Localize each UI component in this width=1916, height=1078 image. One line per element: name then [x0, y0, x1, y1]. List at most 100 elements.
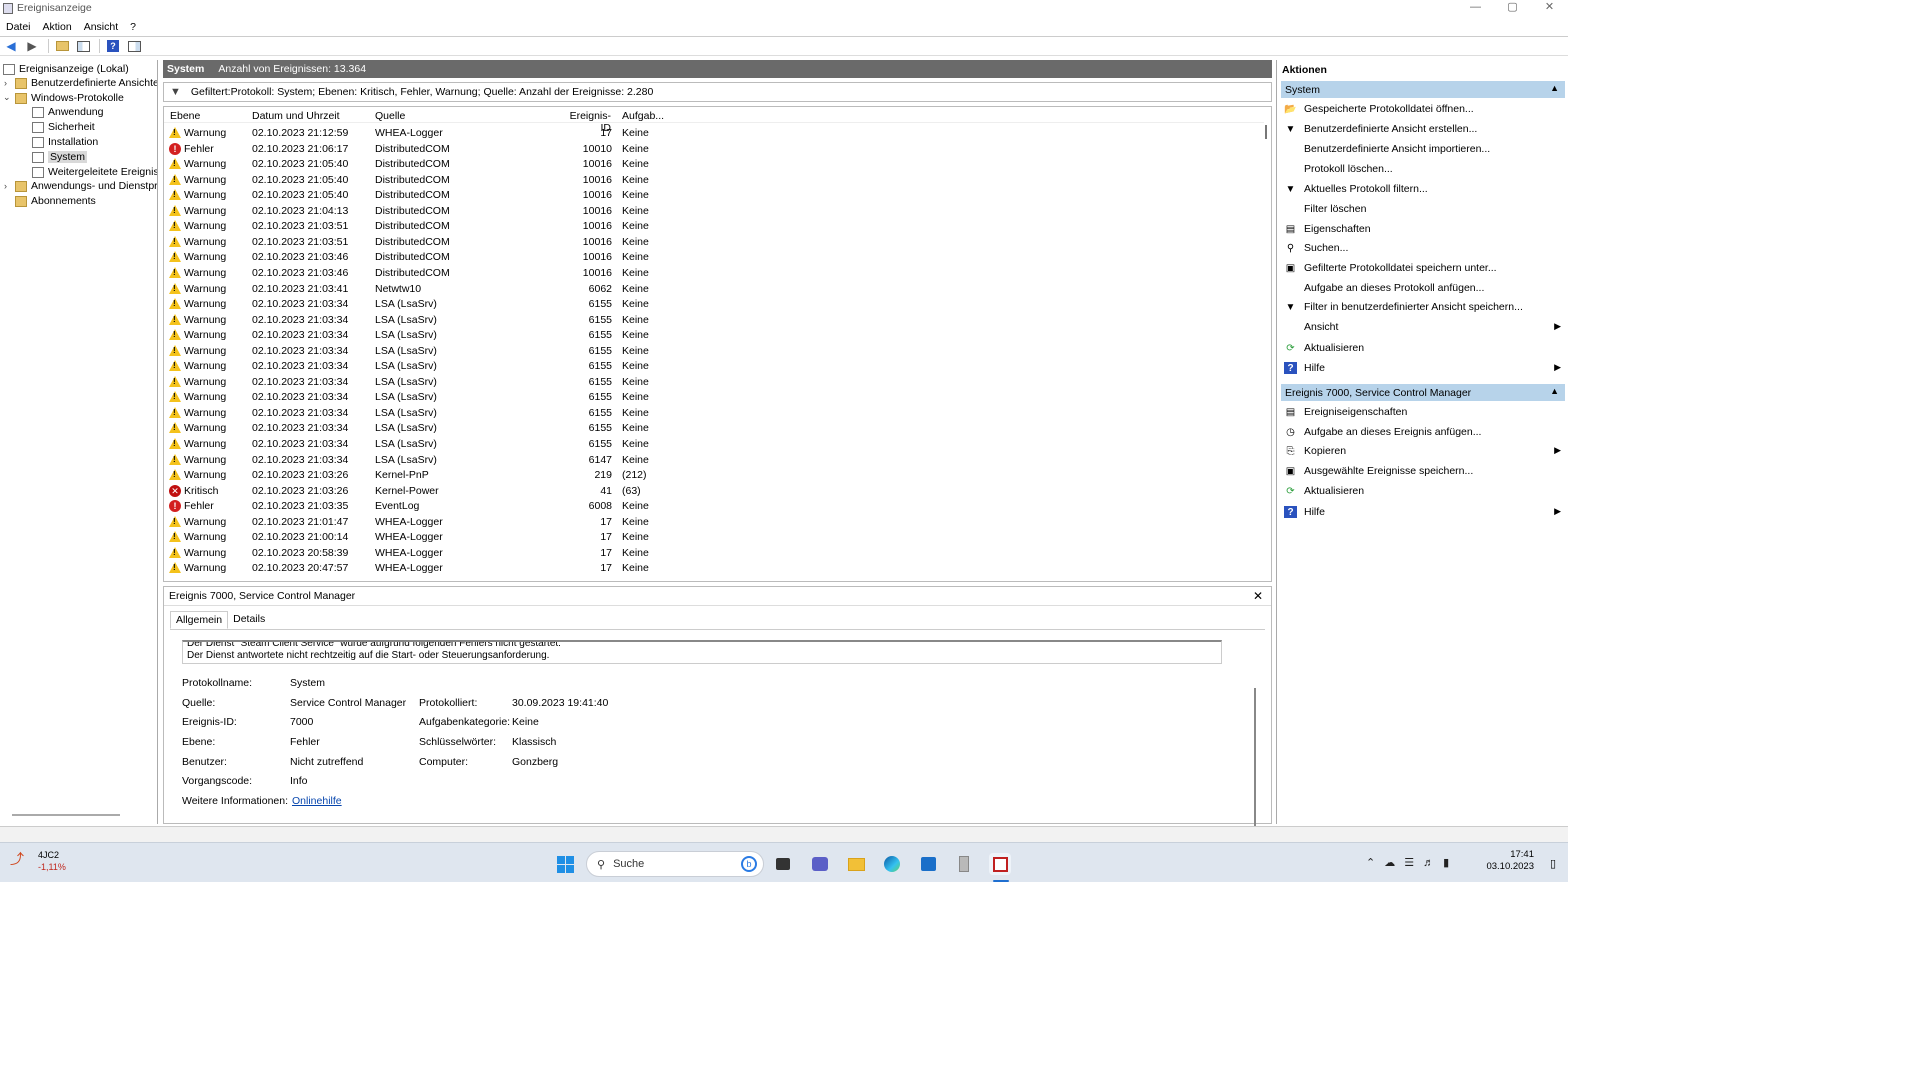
online-help-link[interactable]: Onlinehilfe [292, 795, 342, 807]
store-icon[interactable] [917, 853, 939, 875]
tree-item-windows-logs[interactable]: Windows-Protokolle [15, 91, 124, 105]
action-item[interactable]: ▣ Gefilterte Protokolldatei speichern unt… [1281, 259, 1565, 277]
column-header-date[interactable]: Datum und Uhrzeit [252, 110, 340, 122]
action-item[interactable]: ⟳ Aktualisieren [1281, 339, 1565, 357]
action-item[interactable]: ? Hilfe ▶ [1281, 359, 1565, 377]
tree-item-system[interactable]: System [32, 150, 88, 164]
column-header-source[interactable]: Quelle [375, 110, 405, 122]
action-item[interactable]: ▤ Eigenschaften [1281, 220, 1565, 238]
tree-item-app-services[interactable]: Anwendungs- und Dienstprotokolle [15, 179, 157, 193]
event-row[interactable]: Warnung 02.10.2023 21:03:46 DistributedCOM… [164, 249, 1259, 265]
close-icon[interactable]: ✕ [1253, 589, 1263, 603]
event-row[interactable]: Warnung 02.10.2023 21:03:46 DistributedCOM… [164, 265, 1259, 281]
event-row[interactable]: Warnung 02.10.2023 21:03:41 Netwtw10 6062 Ke… [164, 281, 1259, 297]
event-list-scrollbar[interactable] [1265, 125, 1267, 139]
menu-help[interactable]: ? [124, 21, 142, 33]
expand-icon[interactable]: › [4, 181, 7, 191]
event-row[interactable]: Warnung 02.10.2023 21:01:47 WHEA-Logger 17 K… [164, 514, 1259, 530]
wifi-icon[interactable]: ☰ [1404, 857, 1423, 869]
event-row[interactable]: Warnung 02.10.2023 21:04:13 DistributedCOM… [164, 203, 1259, 219]
tree-item-application[interactable]: Anwendung [32, 105, 103, 119]
event-row[interactable]: Warnung 02.10.2023 21:03:34 LSA (LsaSrv) 61… [164, 312, 1259, 328]
action-item[interactable]: ⚲ Suchen... [1281, 239, 1565, 257]
event-row[interactable]: ✕ Kritisch 02.10.2023 21:03:26 Kernel-Power… [164, 483, 1259, 499]
file-explorer-icon[interactable] [845, 853, 867, 875]
action-item[interactable]: ▼ Filter in benutzerdefinierter Ansicht s… [1281, 298, 1565, 316]
expand-icon[interactable]: › [4, 78, 7, 88]
app-icon[interactable] [953, 853, 975, 875]
action-item[interactable]: ? Hilfe ▶ [1281, 503, 1565, 521]
event-row[interactable]: Warnung 02.10.2023 21:03:51 DistributedCOM… [164, 218, 1259, 234]
collapse-icon[interactable]: ▲ [1550, 83, 1559, 93]
edge-browser-icon[interactable] [881, 853, 903, 875]
battery-icon[interactable]: ▮ [1443, 857, 1458, 869]
event-viewer-taskbar-icon[interactable] [989, 853, 1011, 875]
chevron-up-icon[interactable]: ⌃ [1366, 857, 1384, 869]
minimize-button[interactable]: — [1457, 0, 1494, 16]
event-row[interactable]: Warnung 02.10.2023 21:03:34 LSA (LsaSrv) 61… [164, 343, 1259, 359]
event-row[interactable]: Warnung 02.10.2023 21:03:34 LSA (LsaSrv) 61… [164, 389, 1259, 405]
actions-section-system[interactable]: System ▲ [1281, 81, 1565, 98]
clock[interactable]: 17:41 03.10.2023 [1486, 849, 1534, 873]
tree-item-security[interactable]: Sicherheit [32, 120, 95, 134]
event-row[interactable]: ! Fehler 02.10.2023 21:06:17 DistributedCOM… [164, 141, 1259, 157]
action-item[interactable]: ▣ Ausgewählte Ereignisse speichern... [1281, 462, 1565, 480]
action-item[interactable]: Aufgabe an dieses Protokoll anfügen... [1281, 279, 1565, 297]
collapse-icon[interactable]: ▲ [1550, 386, 1559, 396]
action-item[interactable]: ◷ Aufgabe an dieses Ereignis anfügen... [1281, 423, 1565, 441]
event-row[interactable]: Warnung 02.10.2023 21:03:26 Kernel-PnP 219 (… [164, 467, 1259, 483]
help-icon[interactable]: ? [104, 38, 122, 54]
teams-chat-icon[interactable] [809, 853, 831, 875]
menu-datei[interactable]: Datei [0, 21, 37, 33]
event-row[interactable]: Warnung 02.10.2023 21:03:51 DistributedCOM… [164, 234, 1259, 250]
event-row[interactable]: Warnung 02.10.2023 21:03:34 LSA (LsaSrv) 61… [164, 296, 1259, 312]
tree-scrollbar[interactable] [12, 814, 120, 816]
event-row[interactable]: Warnung 02.10.2023 21:05:40 DistributedCOM… [164, 172, 1259, 188]
action-item[interactable]: ⟳ Aktualisieren [1281, 482, 1565, 500]
volume-icon[interactable]: ♬ [1423, 857, 1443, 869]
action-item[interactable]: ⎘ Kopieren ▶ [1281, 442, 1565, 460]
taskbar-search[interactable]: ⚲ Suche b [586, 851, 764, 877]
event-row[interactable]: Warnung 02.10.2023 21:03:34 LSA (LsaSrv) 61… [164, 358, 1259, 374]
tree-item-setup[interactable]: Installation [32, 135, 98, 149]
menu-ansicht[interactable]: Ansicht [78, 21, 124, 33]
tab-general[interactable]: Allgemein [170, 611, 229, 629]
stock-widget[interactable]: ⤴ 4JC2 -1,11% [10, 849, 66, 873]
back-arrow-icon[interactable]: ◀ [2, 38, 20, 54]
show-hide-tree-icon[interactable] [74, 38, 92, 54]
forward-arrow-icon[interactable]: ▶ [23, 38, 41, 54]
detail-scrollbar[interactable] [1254, 688, 1256, 838]
folder-up-icon[interactable] [53, 38, 71, 54]
tree-item-custom-views[interactable]: Benutzerdefinierte Ansichten [15, 76, 157, 90]
menu-aktion[interactable]: Aktion [37, 21, 78, 33]
action-item[interactable]: ▼ Aktuelles Protokoll filtern... [1281, 180, 1565, 198]
maximize-button[interactable]: ▢ [1494, 0, 1531, 16]
onedrive-icon[interactable]: ☁ [1384, 857, 1404, 869]
event-row[interactable]: Warnung 02.10.2023 21:12:59 WHEA-Logger 17 K… [164, 125, 1259, 141]
event-row[interactable]: Warnung 02.10.2023 21:03:34 LSA (LsaSrv) 61… [164, 327, 1259, 343]
event-row[interactable]: Warnung 02.10.2023 21:03:34 LSA (LsaSrv) 61… [164, 436, 1259, 452]
tree-item-forwarded[interactable]: Weitergeleitete Ereignisse [32, 165, 157, 179]
event-row[interactable]: Warnung 02.10.2023 21:03:34 LSA (LsaSrv) 61… [164, 420, 1259, 436]
action-item[interactable]: Benutzerdefinierte Ansicht importieren..… [1281, 140, 1565, 158]
close-button[interactable]: ✕ [1531, 0, 1568, 16]
action-item[interactable]: ▤ Ereigniseigenschaften [1281, 403, 1565, 421]
event-row[interactable]: Warnung 02.10.2023 21:03:34 LSA (LsaSrv) 61… [164, 374, 1259, 390]
event-row[interactable]: Warnung 02.10.2023 21:03:34 LSA (LsaSrv) 61… [164, 405, 1259, 421]
show-hide-actions-icon[interactable] [125, 38, 143, 54]
actions-section-event[interactable]: Ereignis 7000, Service Control Manager ▲ [1281, 384, 1565, 401]
tree-item-subscriptions[interactable]: Abonnements [15, 194, 96, 208]
action-item[interactable]: Ansicht ▶ [1281, 318, 1565, 336]
action-item[interactable]: Filter löschen [1281, 200, 1565, 218]
collapse-icon[interactable]: ⌄ [3, 92, 11, 103]
action-item[interactable]: 📂 Gespeicherte Protokolldatei öffnen... [1281, 100, 1565, 118]
action-item[interactable]: ▼ Benutzerdefinierte Ansicht erstellen... [1281, 120, 1565, 138]
tab-details[interactable]: Details [228, 611, 270, 629]
event-row[interactable]: Warnung 02.10.2023 21:00:14 WHEA-Logger 17 K… [164, 529, 1259, 545]
event-row[interactable]: Warnung 02.10.2023 21:05:40 DistributedCOM… [164, 156, 1259, 172]
task-view-icon[interactable] [772, 853, 794, 875]
event-row[interactable]: Warnung 02.10.2023 21:03:34 LSA (LsaSrv) 61… [164, 452, 1259, 468]
column-header-task[interactable]: Aufgab... [622, 110, 664, 122]
event-row[interactable]: Warnung 02.10.2023 20:47:57 WHEA-Logger 17 K… [164, 560, 1259, 576]
event-row[interactable]: Warnung 02.10.2023 21:05:40 DistributedCOM… [164, 187, 1259, 203]
